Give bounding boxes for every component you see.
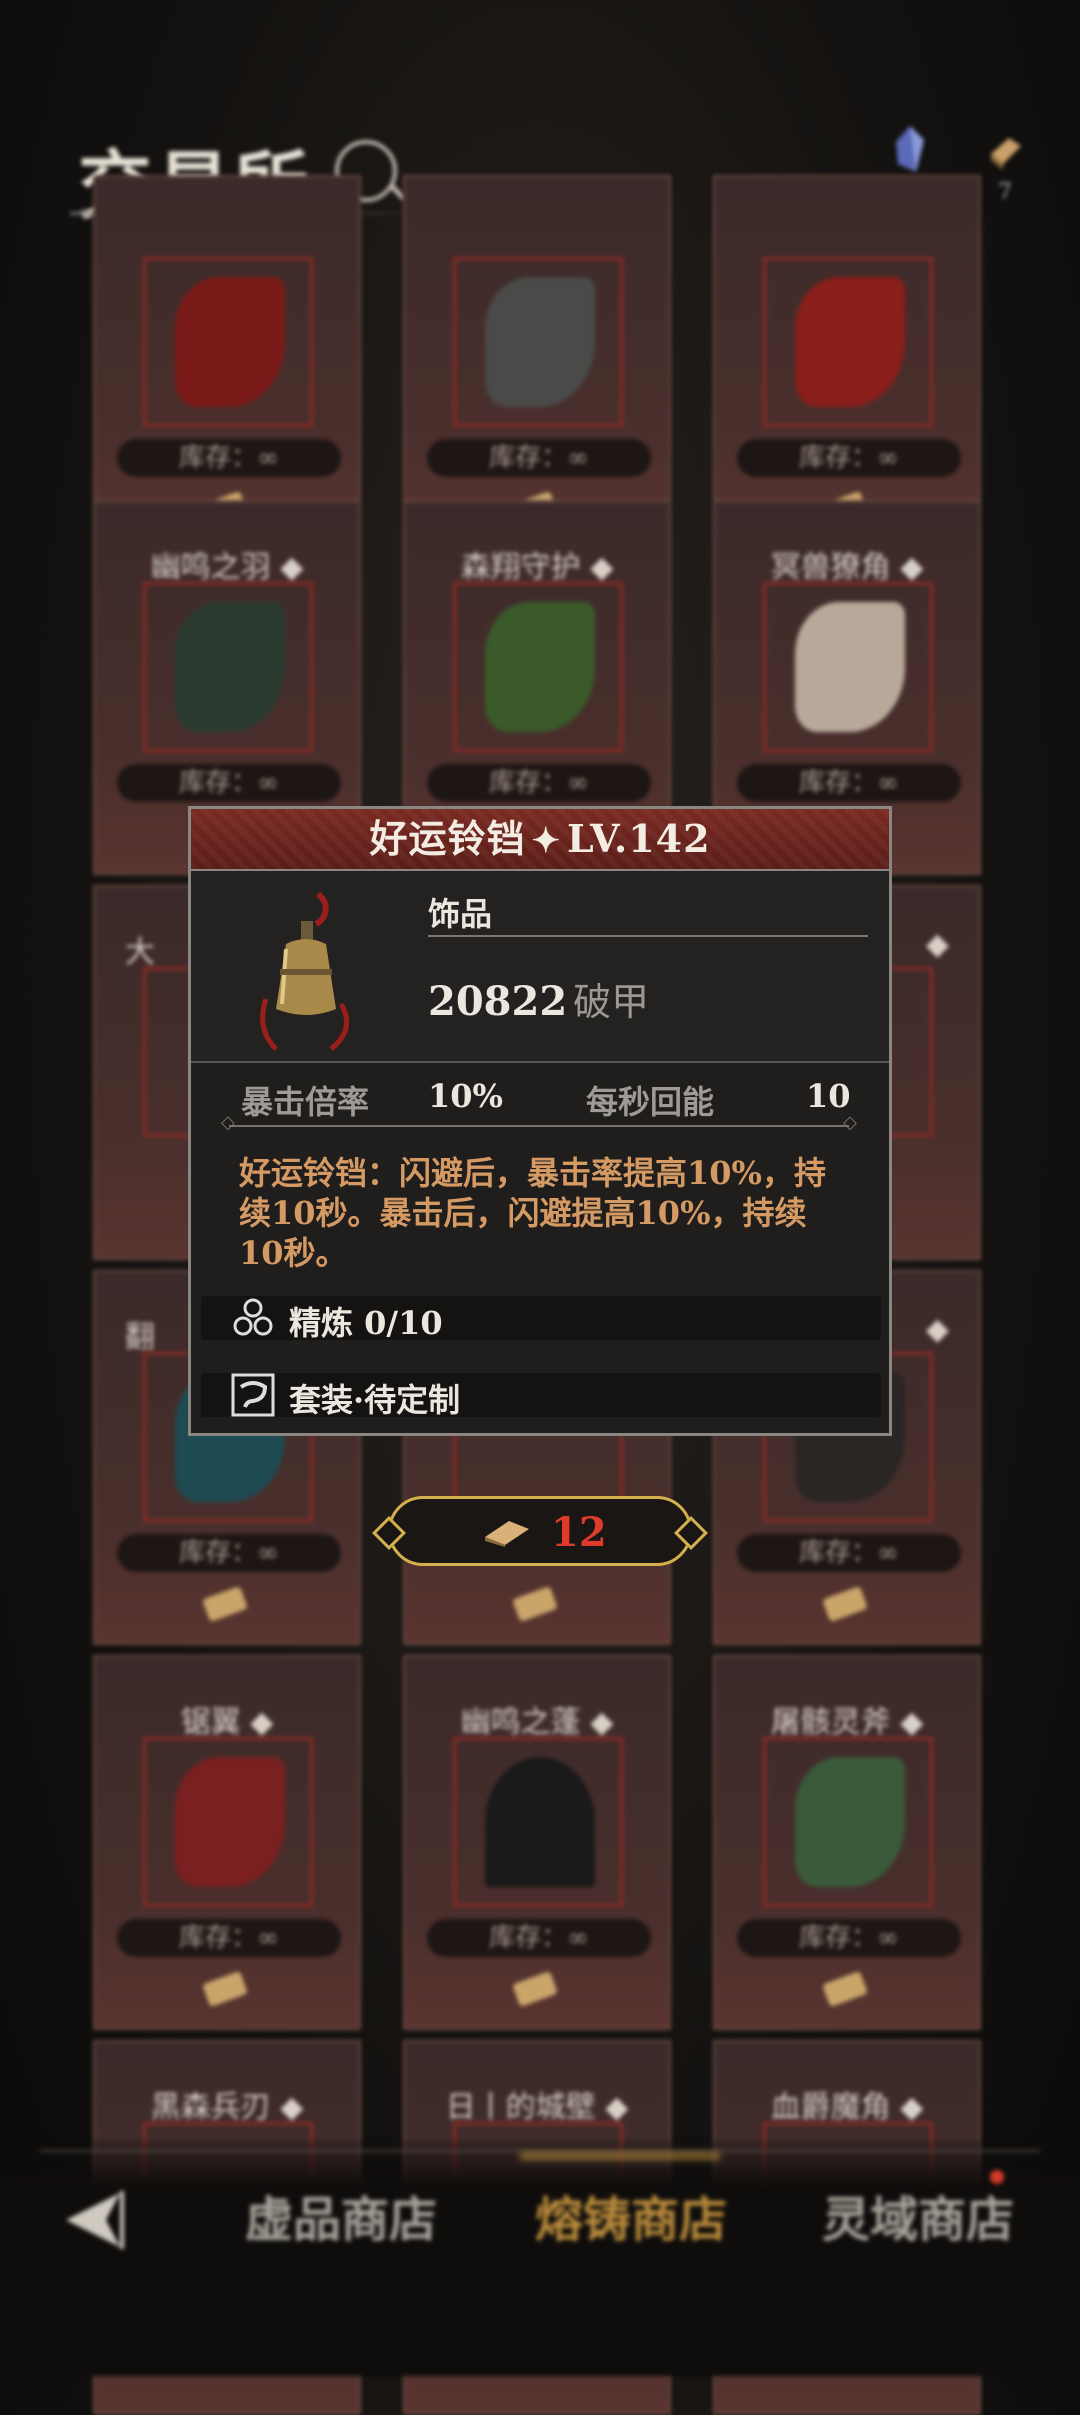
type-divider (428, 935, 868, 937)
gold-bar-icon (202, 1585, 248, 1623)
stock-label: 库存：∞ (117, 439, 341, 477)
stock-label: 库存：∞ (737, 1919, 961, 1957)
stat-label: 暴击倍率 (241, 1083, 370, 1121)
item-image (795, 602, 905, 732)
item-summary: 饰品 20822 破甲 (191, 871, 889, 1063)
item-name: 森翔守护 ◆ (460, 550, 614, 585)
shop-item-card[interactable]: 库存：∞ (93, 175, 361, 550)
item-image (485, 1757, 595, 1887)
bell-icon (260, 891, 350, 1051)
main-stat-value: 20822 (428, 978, 568, 1025)
set-bar[interactable]: 套装·待定制 (201, 1373, 881, 1419)
item-level: LV.142 (566, 816, 711, 861)
refine-label: 精炼 0/10 (289, 1304, 443, 1342)
item-description: 好运铃铛：闪避后，暴击率提高10%，持续10秒。暴击后，闪避提高10%，持续10… (239, 1154, 826, 1272)
gold-bar-icon (991, 138, 1021, 170)
item-name: 日丨的城壁 ◆ (445, 2090, 629, 2125)
stock-label: 库存：∞ (427, 1919, 651, 1957)
tab-spirit-shop[interactable]: 灵域商店 (822, 2180, 1014, 2250)
stock-label: 库存：∞ (737, 1534, 961, 1572)
gold-bar-icon (512, 1585, 558, 1623)
item-name: 血爵魔角 ◆ (770, 2090, 924, 2125)
refine-icon (233, 1298, 273, 1336)
tab-virtual-shop[interactable]: 虚品商店 (245, 2180, 437, 2250)
stock-label: 库存：∞ (427, 764, 651, 802)
shop-item-card[interactable]: 库存：∞ (713, 175, 981, 550)
gold-bar-icon (822, 1585, 868, 1623)
item-name: 好运铃铛 (369, 816, 526, 861)
sub-stats: 暴击倍率 10% 每秒回能 10 (241, 1077, 851, 1121)
item-image (795, 277, 905, 407)
stock-label: 库存：∞ (117, 1534, 341, 1572)
item-main-stat: 20822 破甲 (428, 971, 649, 1026)
shop-item-card[interactable]: 幽鸣之蓬 ◆ 库存：∞ (403, 1655, 671, 2030)
item-image (175, 602, 285, 732)
set-icon (231, 1373, 275, 1417)
item-image (795, 1757, 905, 1887)
item-image (485, 602, 595, 732)
bottom-nav: 虚品商店 熔铸商店 灵域商店 (0, 2140, 1080, 2376)
item-name: 锯翼 ◆ (180, 1705, 274, 1740)
item-name: 冥兽獠角 ◆ (770, 550, 924, 585)
stat-label: 每秒回能 (586, 1083, 715, 1121)
popup-header: 好运铃铛 ✦ LV.142 (191, 809, 889, 871)
item-image (485, 277, 595, 407)
item-name: 幽鸣之蓬 ◆ (460, 1705, 614, 1740)
active-tab-indicator (520, 2152, 720, 2160)
stock-label: 库存：∞ (117, 1919, 341, 1957)
price-amount: 12 (551, 1509, 607, 1556)
price-button[interactable]: 12 (372, 1496, 708, 1566)
item-name: 黑森兵刃 ◆ (150, 2090, 304, 2125)
item-type: 饰品 (428, 895, 493, 933)
shop-item-card[interactable]: 库存：∞ (403, 175, 671, 550)
stat-value: 10% (428, 1077, 503, 1115)
stat-value: 10 (806, 1077, 851, 1115)
stock-label: 库存：∞ (117, 764, 341, 802)
refine-bar[interactable]: 精炼 0/10 (201, 1296, 881, 1342)
blue-crystal-icon (896, 126, 924, 172)
item-image (175, 277, 285, 407)
set-label: 套装·待定制 (289, 1381, 461, 1419)
item-title: 好运铃铛 ✦ LV.142 (191, 809, 889, 871)
tab-forge-shop[interactable]: 熔铸商店 (535, 2180, 727, 2250)
sparkle-icon: ✦ (531, 821, 561, 861)
notification-badge (990, 2170, 1004, 2184)
stock-label: 库存：∞ (737, 764, 961, 802)
item-image (175, 1757, 285, 1887)
stock-label: 库存：∞ (427, 439, 651, 477)
gold-bar-icon (822, 1970, 868, 2008)
item-detail-popup: 好运铃铛 ✦ LV.142 饰品 20822 破甲 暴击倍率 10% 每秒回能 10 … (188, 806, 892, 1436)
stats-divider (221, 1112, 857, 1133)
stock-label: 库存：∞ (737, 439, 961, 477)
item-name: 幽鸣之羽 ◆ (150, 550, 304, 585)
shop-item-card[interactable]: 屠骸灵斧 ◆ 库存：∞ (713, 1655, 981, 2030)
item-name: 屠骸灵斧 ◆ (770, 1705, 924, 1740)
gold-bar-icon (485, 1521, 529, 1547)
back-arrow-icon[interactable] (60, 2185, 140, 2255)
gold-bar-icon (512, 1970, 558, 2008)
main-stat-unit: 破甲 (573, 980, 650, 1024)
gold-bar-icon (202, 1970, 248, 2008)
shop-item-card[interactable]: 锯翼 ◆ 库存：∞ (93, 1655, 361, 2030)
